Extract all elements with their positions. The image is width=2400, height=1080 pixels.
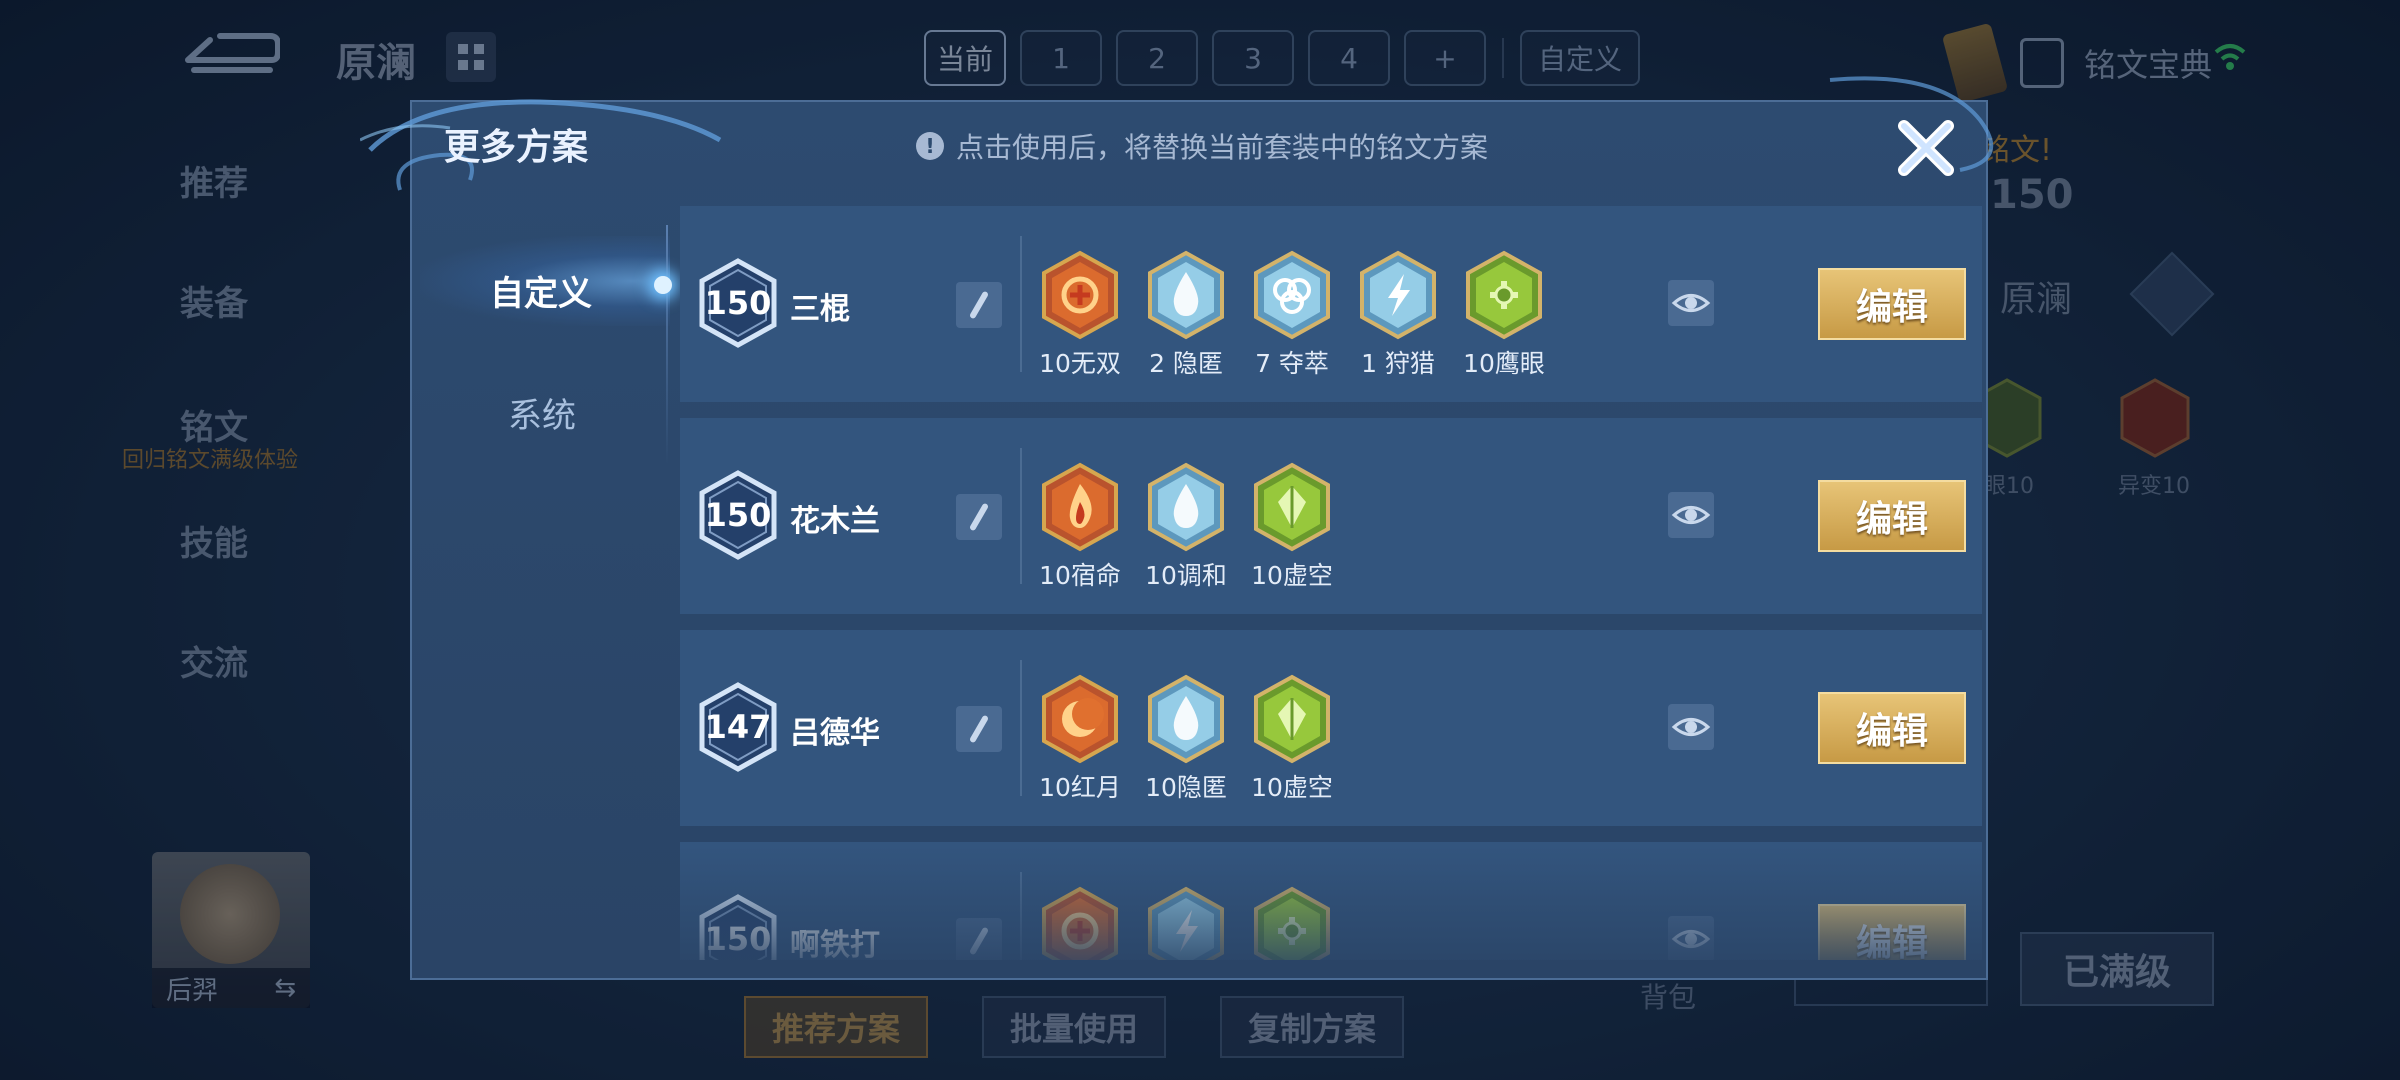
rune-item: 7 夺萃 xyxy=(1252,250,1332,380)
plan-level: 150 xyxy=(704,920,772,958)
rename-pencil-icon[interactable] xyxy=(956,282,1002,328)
tab-custom-plans[interactable]: 自定义 xyxy=(490,266,592,315)
rename-pencil-icon[interactable] xyxy=(956,706,1002,752)
row-divider xyxy=(1020,872,1022,960)
plan-level-badge: 150 xyxy=(698,258,778,348)
plan-level-badge: 147 xyxy=(698,682,778,772)
plan-level-badge: 150 xyxy=(698,470,778,560)
rune-label: 10调和 xyxy=(1145,561,1227,590)
rune-label: 1 狩猎 xyxy=(1361,349,1435,378)
lightning-icon xyxy=(1358,250,1438,340)
edit-button[interactable]: 编辑 xyxy=(1818,480,1966,552)
droplet-icon xyxy=(1146,674,1226,764)
swirl-icon xyxy=(1040,886,1120,960)
row-divider xyxy=(1020,660,1022,796)
rune-item xyxy=(1146,886,1226,960)
rune-label: 7 夺萃 xyxy=(1255,349,1329,378)
crystal-icon xyxy=(1252,674,1332,764)
swirl-icon xyxy=(1040,250,1120,340)
droplet-icon xyxy=(1146,462,1226,552)
plan-name: 花木兰 xyxy=(790,504,880,539)
crescent-icon xyxy=(1040,674,1120,764)
preview-eye-icon[interactable] xyxy=(1668,916,1714,960)
eye-cross-icon xyxy=(1464,250,1544,340)
rune-item: 10虚空 xyxy=(1251,462,1333,592)
modal-title: 更多方案 xyxy=(444,127,589,168)
plan-list: 150 三棍 10无双 2 隐匿 7 夺萃 1 狩猎 10鹰眼 编辑 150 花木兰 xyxy=(680,206,1982,960)
lightning-icon xyxy=(1146,886,1226,960)
info-icon: ! xyxy=(916,132,944,160)
rune-label: 10鹰眼 xyxy=(1463,349,1545,378)
rename-pencil-icon[interactable] xyxy=(956,918,1002,960)
plan-level: 150 xyxy=(704,496,772,534)
plan-row[interactable]: 150 啊铁打 编辑 xyxy=(680,842,1982,960)
triquetra-icon xyxy=(1252,250,1332,340)
rune-item: 1 狩猎 xyxy=(1358,250,1438,380)
rune-label: 10宿命 xyxy=(1039,561,1121,590)
plan-name: 三棍 xyxy=(790,292,850,327)
rune-label: 10红月 xyxy=(1039,773,1121,802)
close-button[interactable] xyxy=(1890,112,1962,184)
plan-level: 147 xyxy=(704,708,772,746)
rune-label: 10隐匿 xyxy=(1145,773,1227,802)
side-tab-divider xyxy=(666,225,668,465)
preview-eye-icon[interactable] xyxy=(1668,280,1714,326)
plan-level: 150 xyxy=(704,284,772,322)
close-x-icon xyxy=(1898,120,1954,176)
edit-button[interactable]: 编辑 xyxy=(1818,268,1966,340)
preview-eye-icon[interactable] xyxy=(1668,704,1714,750)
plan-row[interactable]: 147 吕德华 10红月 10隐匿 10虚空 编辑 xyxy=(680,630,1982,826)
edit-button[interactable]: 编辑 xyxy=(1818,692,1966,764)
rune-list: 10宿命 10调和 10虚空 xyxy=(1039,462,1333,592)
active-tab-indicator xyxy=(654,276,672,294)
rune-item xyxy=(1040,886,1120,960)
droplet-icon xyxy=(1146,250,1226,340)
plan-name: 吕德华 xyxy=(790,716,880,751)
row-divider xyxy=(1020,448,1022,584)
flame-icon xyxy=(1040,462,1120,552)
rune-item: 2 隐匿 xyxy=(1146,250,1226,380)
preview-eye-icon[interactable] xyxy=(1668,492,1714,538)
row-divider xyxy=(1020,236,1022,372)
tab-system-plans[interactable]: 系统 xyxy=(508,388,576,437)
rune-item: 10虚空 xyxy=(1251,674,1333,804)
rune-item: 10无双 xyxy=(1039,250,1121,380)
rune-label: 10虚空 xyxy=(1251,561,1333,590)
rune-item: 10鹰眼 xyxy=(1463,250,1545,380)
modal-notice: ! 点击使用后，将替换当前套装中的铭文方案 xyxy=(916,126,1488,166)
edit-button[interactable]: 编辑 xyxy=(1818,904,1966,960)
rune-item: 10红月 xyxy=(1039,674,1121,804)
rune-list: 10无双 2 隐匿 7 夺萃 1 狩猎 10鹰眼 xyxy=(1039,250,1545,380)
rune-list: 10红月 10隐匿 10虚空 xyxy=(1039,674,1333,804)
rune-item: 10隐匿 xyxy=(1145,674,1227,804)
rune-item: 10调和 xyxy=(1145,462,1227,592)
rune-label: 10虚空 xyxy=(1251,773,1333,802)
plan-name: 啊铁打 xyxy=(790,928,880,960)
plan-row[interactable]: 150 花木兰 10宿命 10调和 10虚空 编辑 xyxy=(680,418,1982,614)
rune-item: 10宿命 xyxy=(1039,462,1121,592)
modal-notice-text: 点击使用后，将替换当前套装中的铭文方案 xyxy=(956,131,1489,164)
rune-item xyxy=(1252,886,1332,960)
crystal-icon xyxy=(1252,462,1332,552)
plan-level-badge: 150 xyxy=(698,894,778,960)
rune-list xyxy=(1040,886,1332,960)
rune-label: 10无双 xyxy=(1039,349,1121,378)
eye-cross-icon xyxy=(1252,886,1332,960)
rune-label: 2 隐匿 xyxy=(1149,349,1223,378)
plan-row[interactable]: 150 三棍 10无双 2 隐匿 7 夺萃 1 狩猎 10鹰眼 编辑 xyxy=(680,206,1982,402)
rename-pencil-icon[interactable] xyxy=(956,494,1002,540)
